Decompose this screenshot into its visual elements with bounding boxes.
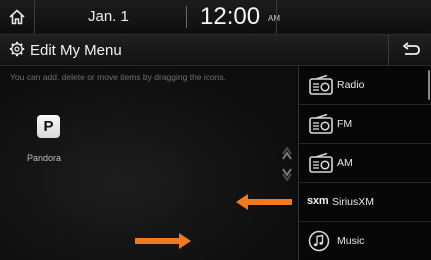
radio-icon — [309, 153, 333, 173]
back-arrow-icon — [402, 42, 420, 55]
menu-item-radio[interactable]: Radio — [299, 66, 431, 105]
menu-item-siriusxm[interactable]: sxm SiriusXM — [299, 183, 431, 222]
status-bar: Jan. 1 12:00 AM — [0, 0, 431, 35]
my-menu-list: Radio FM AM sxm SiriusXM Music — [298, 66, 431, 260]
scroll-up-icon[interactable] — [281, 147, 293, 161]
status-divider — [276, 0, 277, 34]
music-note-icon — [308, 230, 330, 252]
edit-my-menu-screen: Jan. 1 12:00 AM Edit My Menu You can add… — [0, 0, 431, 260]
left-arrow-icon — [236, 194, 292, 210]
menu-item-music[interactable]: Music — [299, 222, 431, 260]
home-icon — [9, 9, 25, 25]
radio-icon — [309, 114, 333, 134]
pandora-label: Pandora — [27, 153, 62, 163]
title-bar: Edit My Menu — [0, 35, 431, 66]
instruction-text: You can add, delete or move items by dra… — [10, 72, 227, 82]
menu-item-fm[interactable]: FM — [299, 105, 431, 144]
menu-item-label: Music — [337, 235, 365, 247]
radio-icon — [309, 75, 333, 95]
menu-scrollbar[interactable] — [428, 70, 430, 100]
gear-icon — [9, 41, 25, 57]
date-display: Jan. 1 — [88, 8, 129, 25]
clock-ampm: AM — [268, 14, 280, 23]
status-separator — [186, 6, 187, 28]
menu-item-label: AM — [337, 157, 353, 169]
available-items-panel: You can add, delete or move items by dra… — [0, 66, 297, 260]
pandora-icon[interactable]: P — [37, 115, 60, 138]
scroll-down-icon[interactable] — [281, 167, 293, 181]
menu-item-label: SiriusXM — [332, 196, 375, 208]
right-arrow-icon — [135, 233, 191, 249]
menu-item-am[interactable]: AM — [299, 144, 431, 183]
page-title: Edit My Menu — [30, 42, 122, 59]
menu-item-label: FM — [337, 118, 353, 130]
clock-time: 12:00 — [200, 3, 261, 30]
back-button[interactable] — [388, 35, 431, 65]
home-button[interactable] — [0, 0, 35, 34]
menu-item-label: Radio — [337, 79, 365, 91]
sxm-logo: sxm — [307, 195, 329, 207]
